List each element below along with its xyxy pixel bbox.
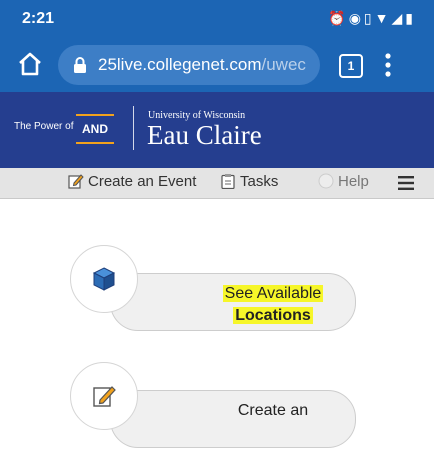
signal-icon: ◢ [391,10,406,26]
status-bar: 2:21 ⏰◉▯▼◢▮ [0,0,434,38]
see-available-locations-button[interactable]: See Available Locations [70,245,360,335]
create-event-card-button[interactable]: Create an [70,362,360,452]
tasks-label: Tasks [240,173,279,190]
and-logo-text: AND [82,122,108,136]
create-event-label: Create an Event [88,173,197,190]
browser-toolbar: 25live.collegenet.com/uwec 1 [0,38,434,92]
alarm-icon: ⏰ [328,10,349,26]
tab-switcher-button[interactable]: 1 [339,54,363,78]
university-name[interactable]: Eau Claire [147,120,262,151]
url-path: /uwec [261,55,306,74]
vibrate-icon: ▯ [363,10,375,26]
banner-tagline: The Power of [14,121,74,132]
card-label: See Available Locations [151,283,395,327]
tasks-link[interactable]: Tasks [220,173,278,190]
banner-divider [133,106,134,150]
card-icon-circle[interactable] [70,245,138,313]
cube-icon [92,267,116,291]
card-pill[interactable]: See Available Locations [110,273,356,331]
focus-icon: ◉ [348,10,364,26]
nav-bar: Create an Event Tasks Help [0,168,434,199]
address-bar[interactable]: 25live.collegenet.com/uwec [58,45,320,85]
more-options-icon[interactable] [385,52,391,78]
status-time: 2:21 [22,10,55,27]
university-banner: The Power of AND University of Wisconsin… [0,92,434,168]
battery-icon: ▮ [405,10,416,26]
card-label-line1: See Available [222,285,324,302]
card-pill[interactable]: Create an [110,390,356,448]
create-event-link[interactable]: Create an Event [68,173,196,190]
help-label: Help [338,173,369,190]
home-icon[interactable] [16,50,44,78]
card-label-line1: Create an [237,402,309,419]
card-label-line2: Locations [235,307,311,324]
url-host: 25live.collegenet.com [98,55,262,74]
status-icons: ⏰◉▯▼◢▮ [328,10,416,27]
clipboard-icon [221,174,235,190]
edit-icon [93,386,116,407]
wifi-icon: ▼ [374,10,392,26]
help-link[interactable]: Help [318,173,369,190]
lock-icon [74,57,86,73]
and-logo: AND [76,114,114,144]
card-label: Create an [151,400,395,422]
hamburger-menu-icon[interactable] [398,175,414,191]
help-icon [318,173,334,189]
url-text: 25live.collegenet.com/uwec [98,55,306,75]
card-icon-circle[interactable] [70,362,138,430]
edit-icon [68,174,84,189]
